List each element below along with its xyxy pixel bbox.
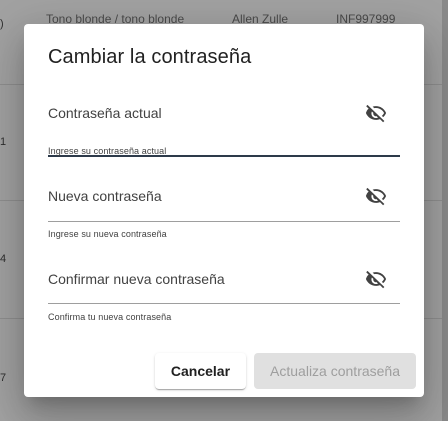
eye-off-icon[interactable] [364,101,388,125]
eye-off-icon[interactable] [364,184,388,208]
cancel-button[interactable]: Cancelar [154,353,247,389]
dialog-title: Cambiar la contraseña [48,46,252,68]
new-password-hint: Ingrese su nueva contraseña [48,229,167,239]
confirm-password-label: Confirmar nueva contraseña [48,271,225,287]
confirm-password-field[interactable]: Confirmar nueva contraseña [48,270,400,305]
page-scrollbar[interactable] [442,0,448,421]
dialog-actions: Cancelar Actualiza contraseña [154,353,416,389]
field-underline [48,221,400,222]
change-password-dialog: Cambiar la contraseña Contraseña actual … [24,24,424,397]
row-number: ) [0,18,4,30]
current-password-hint: Ingrese su contraseña actual [48,146,167,156]
current-password-label: Contraseña actual [48,105,162,121]
update-password-button[interactable]: Actualiza contraseña [254,353,416,389]
row-number: 7 [0,372,7,384]
new-password-field[interactable]: Nueva contraseña [48,187,400,222]
field-underline [48,303,400,304]
row-number: 4 [0,253,7,265]
confirm-password-hint: Confirma tu nueva contraseña [48,312,172,322]
eye-off-icon[interactable] [364,267,388,291]
new-password-label: Nueva contraseña [48,188,162,204]
row-number: 1 [0,136,7,148]
